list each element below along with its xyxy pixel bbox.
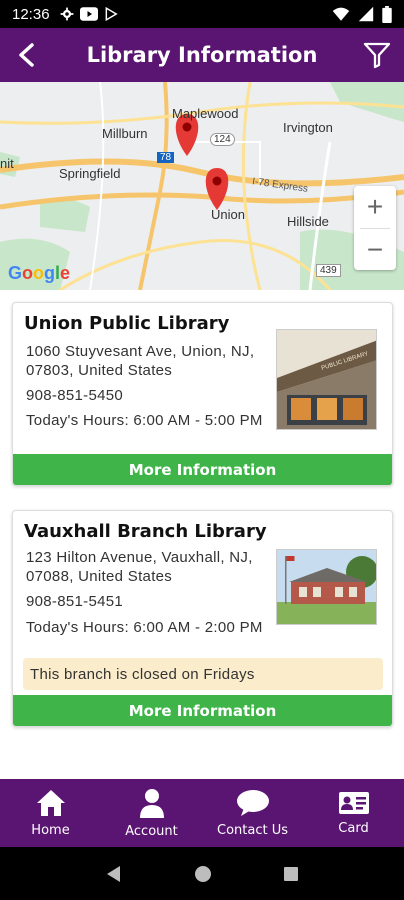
zoom-out-button[interactable]: − [354,229,396,271]
library-name: Union Public Library [24,313,230,334]
youtube-icon [79,7,98,21]
road-shield: 439 [316,264,341,277]
closure-notice: This branch is closed on Fridays [23,658,383,690]
bottom-navigation: Home Account Contact Us Card [0,779,404,847]
nav-contact-us[interactable]: Contact Us [202,779,303,847]
filter-button[interactable] [360,38,394,72]
play-store-icon [105,7,118,21]
library-phone[interactable]: 908-851-5451 [26,592,271,611]
home-icon [36,789,65,816]
signal-icon [358,6,374,22]
gear-icon [60,7,73,21]
road-shield: 78 [157,152,175,163]
map-label: Springfield [59,166,121,181]
map-label: Maplewood [172,106,239,121]
road-shield: 124 [210,133,235,146]
library-phone[interactable]: 908-851-5450 [26,386,271,405]
system-navigation-bar [0,847,404,900]
id-card-icon [338,791,369,814]
map-label: Irvington [283,120,333,135]
filter-icon [363,42,391,69]
chat-bubble-icon [236,789,269,816]
arrow-left-icon [19,43,34,67]
google-logo: Google [8,263,71,283]
nav-card[interactable]: Card [303,779,404,847]
wifi-icon [332,7,350,21]
nav-label: Account [125,823,178,839]
library-address: 123 Hilton Avenue, Vauxhall, NJ, 07088, … [26,549,253,585]
status-system-icons [332,5,392,23]
nav-label: Card [338,820,369,836]
library-photo: PUBLIC LIBRARY [276,329,377,430]
recents-square-icon[interactable] [283,866,299,882]
library-card: Vauxhall Branch Library 123 Hilton Avenu… [12,510,393,727]
nav-account[interactable]: Account [101,779,202,847]
page-title: Library Information [86,43,318,67]
library-card: Union Public Library 1060 Stuyvesant Ave… [12,302,393,486]
map-label: Millburn [102,126,148,141]
nav-home[interactable]: Home [0,779,101,847]
more-information-button[interactable]: More Information [13,454,392,485]
nav-label: Contact Us [217,822,288,838]
status-bar: 12:36 [0,0,404,28]
zoom-in-button[interactable]: + [354,186,396,228]
back-triangle-icon[interactable] [105,865,123,883]
map-label: Union [211,207,245,222]
map-label: nit [0,156,14,171]
library-hours: Today's Hours: 6:00 AM - 5:00 PM [26,412,263,429]
library-photo [276,549,377,625]
home-circle-icon[interactable] [194,865,212,883]
more-information-button[interactable]: More Information [13,695,392,726]
map-zoom-controls: + − [354,186,396,270]
library-address: 1060 Stuyvesant Ave, Union, NJ, 07803, U… [26,343,255,379]
library-map[interactable]: Maplewood Millburn Irvington Springfield… [0,82,404,290]
status-notification-icons [60,7,118,21]
person-icon [139,788,164,818]
battery-icon [382,5,392,23]
nav-label: Home [31,822,70,838]
app-header: Library Information [0,28,404,82]
status-time: 12:36 [12,5,50,23]
library-hours: Today's Hours: 6:00 AM - 2:00 PM [26,619,263,636]
map-label: Hillside [287,214,329,229]
library-name: Vauxhall Branch Library [24,521,267,542]
back-button[interactable] [10,38,44,72]
